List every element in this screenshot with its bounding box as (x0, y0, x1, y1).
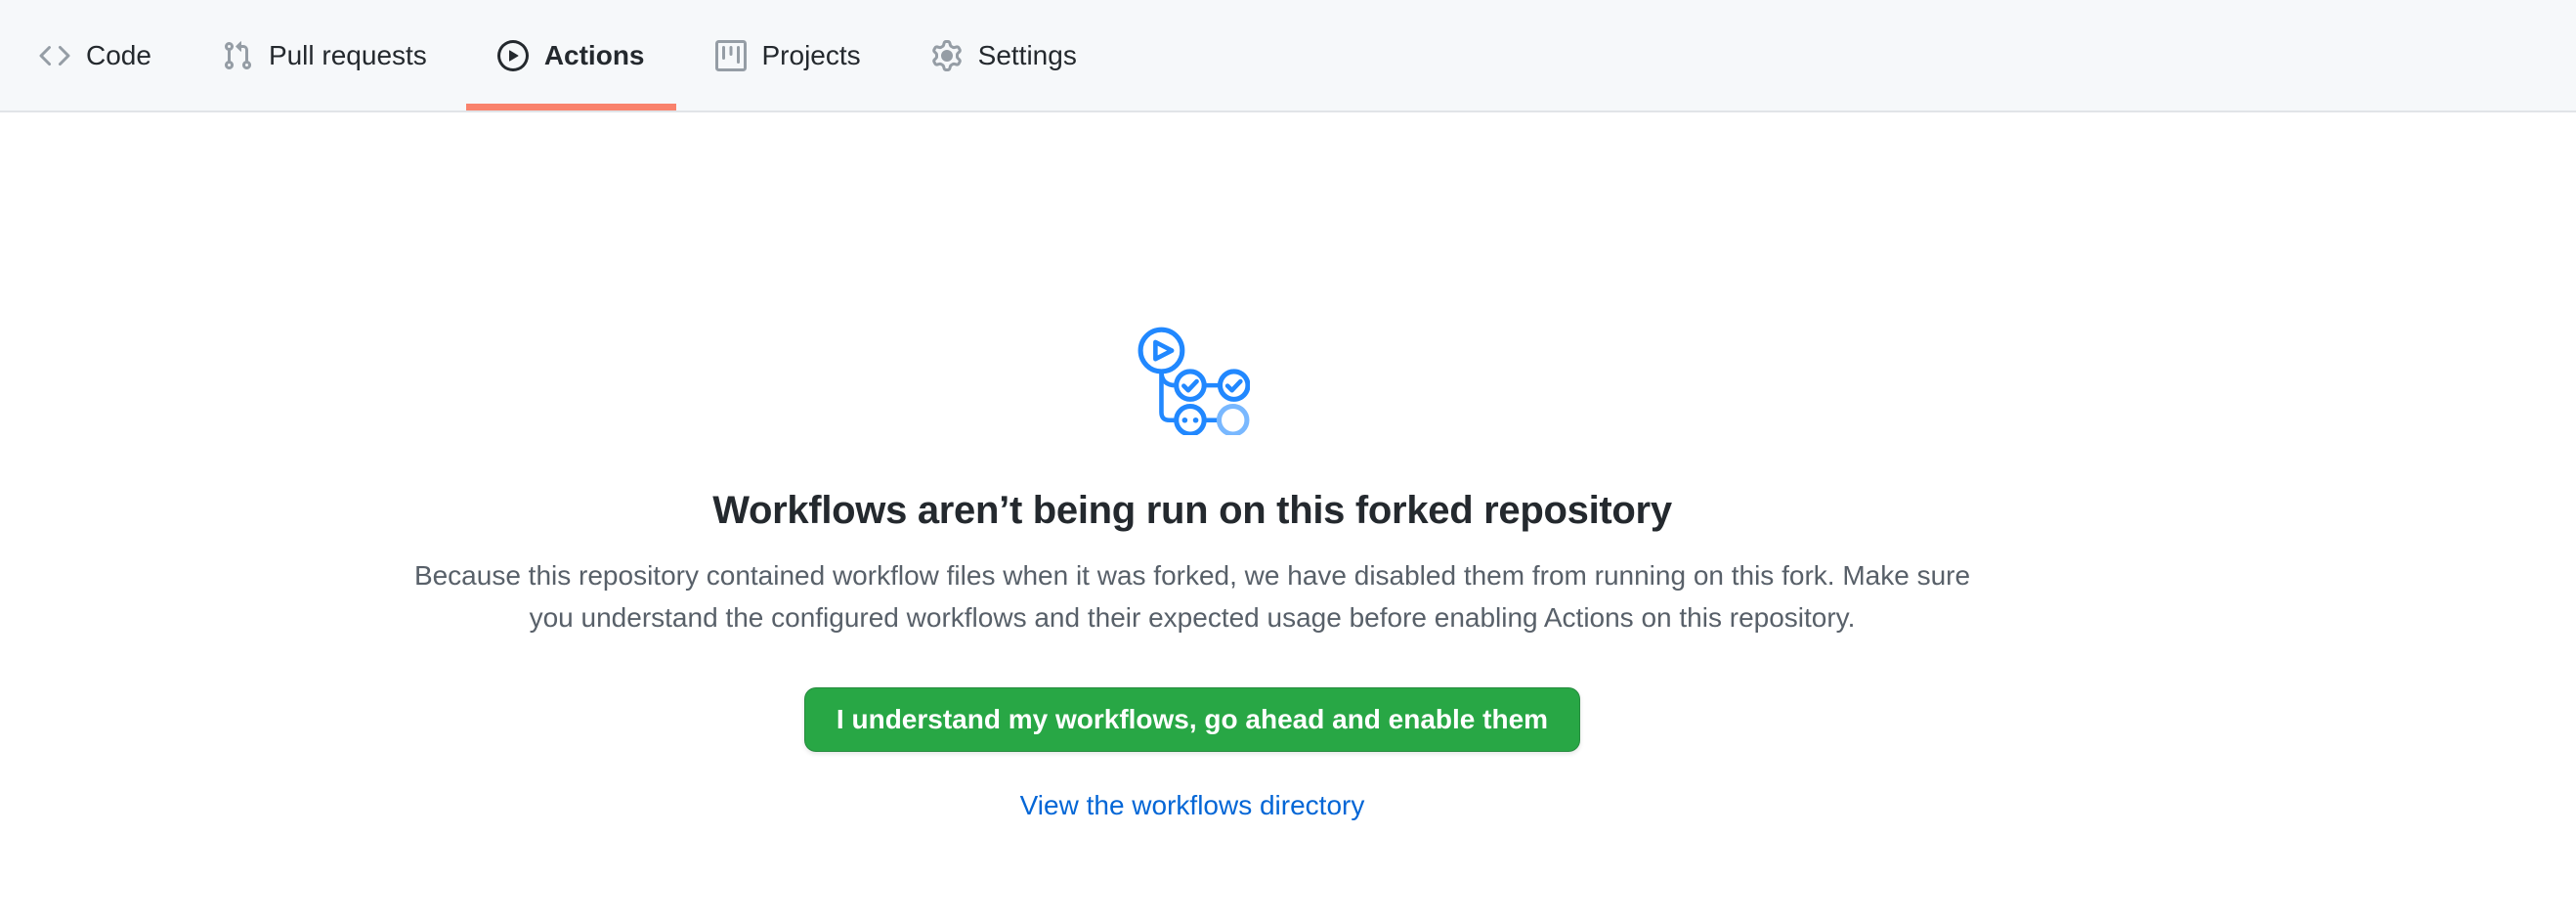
gear-icon (931, 40, 963, 71)
tab-label: Actions (544, 42, 645, 69)
code-icon (39, 40, 70, 71)
project-icon (715, 40, 747, 71)
blankslate-heading: Workflows aren’t being run on this forke… (712, 486, 1672, 535)
tab-label: Pull requests (269, 42, 427, 69)
git-pull-request-icon (222, 40, 253, 71)
actions-blankslate: Workflows aren’t being run on this forke… (0, 112, 2384, 820)
view-workflows-directory-link[interactable]: View the workflows directory (1020, 791, 1365, 820)
repo-nav: Code Pull requests Actions Projects Sett… (0, 0, 2576, 112)
tab-projects[interactable]: Projects (684, 0, 892, 110)
workflow-graph-icon (1135, 320, 1250, 435)
tab-settings[interactable]: Settings (900, 0, 1108, 110)
play-circle-icon (497, 40, 529, 71)
enable-workflows-button[interactable]: I understand my workflows, go ahead and … (804, 687, 1580, 752)
tab-actions[interactable]: Actions (466, 0, 676, 110)
tab-label: Settings (978, 42, 1077, 69)
tab-label: Code (86, 42, 151, 69)
tab-pull-requests[interactable]: Pull requests (191, 0, 458, 110)
blankslate-description: Because this repository contained workfl… (391, 554, 1994, 638)
tab-code[interactable]: Code (8, 0, 183, 110)
tab-label: Projects (762, 42, 861, 69)
